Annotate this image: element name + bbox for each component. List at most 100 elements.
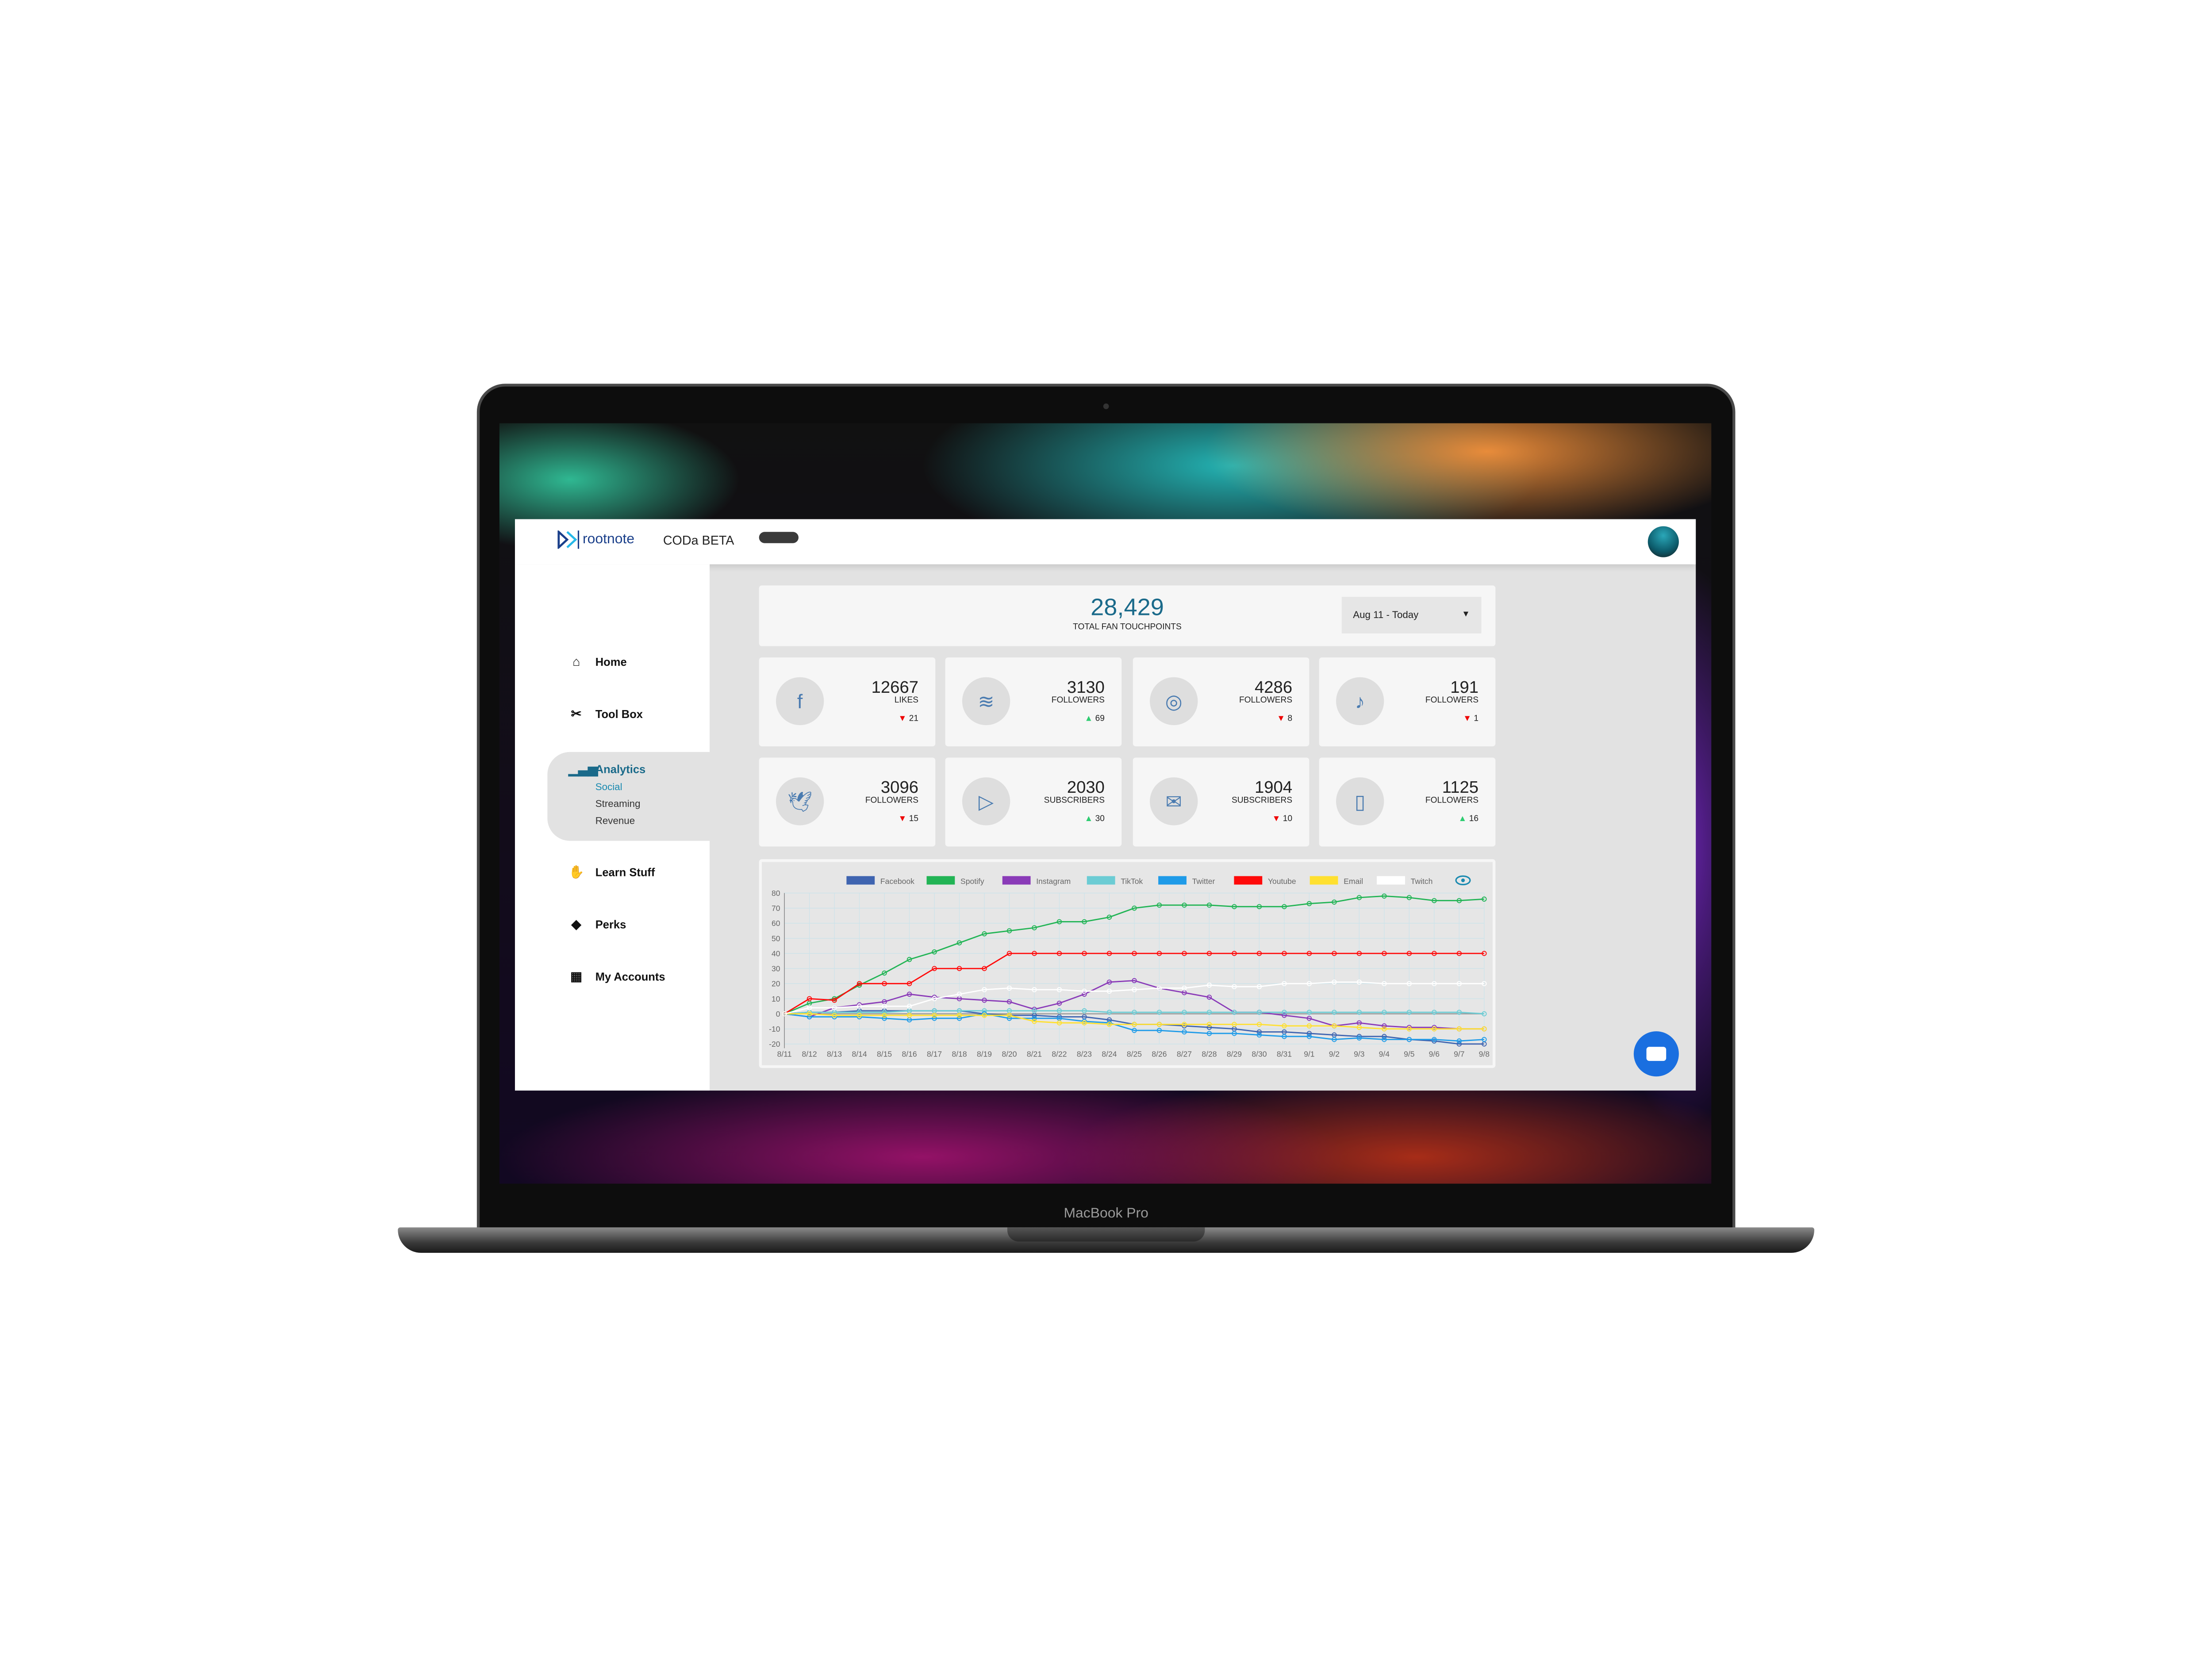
legend-swatch bbox=[1002, 876, 1031, 885]
stat-value: 191 bbox=[1450, 677, 1479, 697]
x-tick-label: 8/28 bbox=[1202, 1050, 1217, 1059]
y-tick-label: 0 bbox=[776, 1010, 780, 1018]
x-tick-label: 9/7 bbox=[1454, 1050, 1464, 1059]
legend-swatch bbox=[1310, 876, 1338, 885]
x-tick-label: 8/13 bbox=[827, 1050, 842, 1059]
stat-card-youtube[interactable]: ▷ 2030 SUBSCRIBERS ▲ 30 bbox=[945, 757, 1122, 847]
stat-card-facebook[interactable]: f 12667 LIKES ▼ 21 bbox=[759, 657, 936, 746]
logo-text: rootnote bbox=[583, 532, 635, 548]
sidebar-item-perks[interactable]: ◆ Perks bbox=[568, 917, 626, 933]
x-tick-label: 9/2 bbox=[1329, 1050, 1340, 1059]
x-tick-label: 8/23 bbox=[1077, 1050, 1092, 1059]
stat-label: FOLLOWERS bbox=[1425, 697, 1479, 706]
legend-swatch bbox=[1158, 876, 1187, 885]
mail-icon: ✉ bbox=[1150, 777, 1198, 826]
stat-value: 2030 bbox=[1067, 777, 1105, 797]
legend-label: Twitch bbox=[1411, 877, 1433, 886]
y-tick-label: 80 bbox=[772, 889, 780, 898]
triangle-up-icon: ▲ bbox=[1084, 715, 1093, 724]
line-chart: 80 70 60 50 40 30 20 10 0 -10 -20 8/11 8/12 8/13 8/14 8… bbox=[769, 875, 1490, 1059]
sidebar-item-my-accounts[interactable]: ▦ My Accounts bbox=[568, 969, 665, 985]
x-tick-label: 9/8 bbox=[1479, 1050, 1490, 1059]
avatar[interactable] bbox=[1647, 526, 1679, 557]
hand-icon: ✋ bbox=[568, 864, 584, 879]
camera bbox=[1103, 403, 1109, 409]
summary-card: 28,429 TOTAL FAN TOUCHPOINTS Aug 11 - To… bbox=[759, 585, 1496, 646]
sidebar-sub-revenue[interactable]: Revenue bbox=[595, 817, 635, 826]
x-tick-label: 8/21 bbox=[1027, 1050, 1042, 1059]
sidebar-item-analytics[interactable]: ▁▃▅ Analytics bbox=[568, 762, 645, 777]
legend-swatch bbox=[846, 876, 875, 885]
x-tick-label: 8/27 bbox=[1177, 1050, 1192, 1059]
theme-toggle[interactable] bbox=[759, 532, 799, 543]
sidebar-item-toolbox[interactable]: ✂ Tool Box bbox=[568, 707, 643, 722]
stat-card-tiktok[interactable]: ♪ 191 FOLLOWERS ▼ 1 bbox=[1319, 657, 1496, 746]
x-tick-label: 8/29 bbox=[1227, 1050, 1242, 1059]
triangle-up-icon: ▲ bbox=[1458, 815, 1467, 824]
x-tick-label: 8/15 bbox=[877, 1050, 892, 1059]
x-tick-label: 8/24 bbox=[1102, 1050, 1117, 1059]
top-header: rootnote CODa BETA bbox=[515, 519, 1696, 565]
triangle-down-icon: ▼ bbox=[1463, 715, 1472, 724]
x-tick-label: 8/11 bbox=[777, 1050, 792, 1059]
y-tick-label: 60 bbox=[772, 919, 780, 928]
stat-label: FOLLOWERS bbox=[1051, 697, 1105, 706]
stat-card-instagram[interactable]: ◎ 4286 FOLLOWERS ▼ 8 bbox=[1133, 657, 1310, 746]
stat-change: ▼ 15 bbox=[898, 815, 919, 824]
y-tick-label: 30 bbox=[772, 964, 780, 973]
sidebar-sub-social[interactable]: Social bbox=[595, 783, 622, 793]
x-tick-label: 8/18 bbox=[952, 1050, 967, 1059]
sidebar-item-learn-stuff[interactable]: ✋ Learn Stuff bbox=[568, 865, 655, 880]
tag-icon: ◆ bbox=[571, 917, 581, 931]
y-tick-label: -20 bbox=[769, 1040, 780, 1048]
x-tick-label: 8/20 bbox=[1002, 1050, 1017, 1059]
logo[interactable]: rootnote bbox=[557, 530, 634, 549]
product-name: CODa BETA bbox=[663, 533, 734, 548]
x-tick-label: 8/12 bbox=[802, 1050, 817, 1059]
legend-label: Facebook bbox=[880, 877, 914, 886]
twitter-icon: 🕊 bbox=[776, 777, 824, 826]
stat-change: ▼ 10 bbox=[1272, 815, 1293, 824]
stat-card-twitter[interactable]: 🕊 3096 FOLLOWERS ▼ 15 bbox=[759, 757, 936, 847]
stat-change: ▼ 1 bbox=[1463, 715, 1479, 724]
tiktok-icon: ♪ bbox=[1336, 677, 1384, 726]
x-tick-label: 9/1 bbox=[1304, 1050, 1314, 1059]
chat-button[interactable] bbox=[1633, 1031, 1679, 1077]
stat-card-twitch[interactable]: ▯ 1125 FOLLOWERS ▲ 16 bbox=[1319, 757, 1496, 847]
x-tick-label: 8/22 bbox=[1052, 1050, 1067, 1059]
x-tick-label: 8/16 bbox=[902, 1050, 917, 1059]
grid-icon: ▦ bbox=[570, 969, 583, 983]
legend-swatch bbox=[1087, 876, 1115, 885]
legend-swatch bbox=[926, 876, 955, 885]
stat-change: ▲ 69 bbox=[1084, 715, 1105, 724]
x-tick-label: 8/31 bbox=[1277, 1050, 1292, 1059]
stat-card-spotify[interactable]: ≋ 3130 FOLLOWERS ▲ 69 bbox=[945, 657, 1122, 746]
legend-label: Twitter bbox=[1192, 877, 1215, 886]
y-tick-label: 10 bbox=[772, 995, 780, 1003]
stat-value: 12667 bbox=[871, 677, 919, 697]
sidebar-sub-streaming[interactable]: Streaming bbox=[595, 800, 641, 810]
tools-icon: ✂ bbox=[571, 707, 582, 721]
sidebar: ⌂ Home ✂ Tool Box ▁▃▅ Analytics Social Stre… bbox=[515, 564, 710, 1091]
stat-change: ▲ 30 bbox=[1084, 815, 1105, 824]
date-range-dropdown[interactable]: Aug 11 - Today ▼ bbox=[1341, 596, 1482, 634]
y-tick-label: 40 bbox=[772, 949, 780, 958]
instagram-icon: ◎ bbox=[1150, 677, 1198, 726]
x-tick-label: 9/3 bbox=[1354, 1050, 1364, 1059]
chart-card: 80 70 60 50 40 30 20 10 0 -10 -20 8/11 8/12 8/13 8/14 8… bbox=[759, 859, 1496, 1068]
legend-label: Email bbox=[1344, 877, 1363, 886]
y-tick-label: 70 bbox=[772, 904, 780, 913]
stat-label: LIKES bbox=[894, 697, 919, 706]
stat-card-email[interactable]: ✉ 1904 SUBSCRIBERS ▼ 10 bbox=[1133, 757, 1310, 847]
sidebar-item-home[interactable]: ⌂ Home bbox=[568, 655, 627, 669]
stat-change: ▲ 16 bbox=[1458, 815, 1479, 824]
legend-label: TikTok bbox=[1121, 877, 1143, 886]
eye-icon-pupil bbox=[1461, 878, 1465, 883]
stat-value: 4286 bbox=[1254, 677, 1293, 697]
stat-change: ▼ 8 bbox=[1277, 715, 1293, 724]
twitch-icon: ▯ bbox=[1336, 777, 1384, 826]
x-tick-label: 8/25 bbox=[1127, 1050, 1142, 1059]
triangle-down-icon: ▼ bbox=[1277, 715, 1286, 724]
stat-label: SUBSCRIBERS bbox=[1231, 797, 1293, 806]
play-logo-icon bbox=[557, 530, 580, 549]
